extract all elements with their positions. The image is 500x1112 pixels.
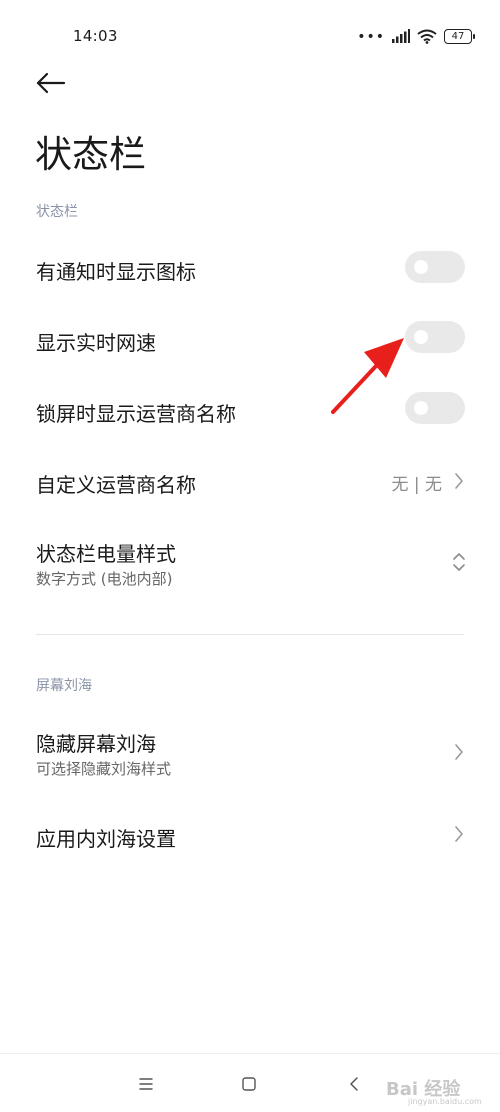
battery-icon: 47 (444, 28, 475, 44)
row-title: 锁屏时显示运营商名称 (36, 402, 236, 426)
chevron-right-icon (455, 826, 463, 842)
row-title: 状态栏电量样式 (36, 542, 176, 566)
wifi-icon (417, 29, 437, 44)
row-battery-style[interactable]: 状态栏电量样式 数字方式 (电池内部) (0, 530, 500, 595)
row-title: 有通知时显示图标 (36, 260, 196, 284)
status-icons: ••• 47 (357, 26, 475, 46)
home-button[interactable] (239, 1074, 259, 1094)
chevron-right-icon (455, 744, 463, 760)
back-icon (350, 1077, 358, 1091)
row-subtitle: 可选择隐藏刘海样式 (36, 760, 172, 778)
back-arrow-icon (36, 72, 66, 94)
toggle-lock-carrier[interactable] (405, 392, 465, 424)
status-time: 14:03 (73, 27, 118, 45)
toggle-knob (414, 260, 428, 274)
page-title: 状态栏 (35, 133, 146, 176)
row-title: 应用内刘海设置 (36, 827, 176, 851)
chevron-up-down-icon (453, 553, 465, 571)
chevron-right-icon (455, 473, 463, 489)
toggle-knob (414, 330, 428, 344)
row-app-notch[interactable]: 应用内刘海设置 (0, 812, 500, 857)
row-title: 自定义运营商名称 (36, 473, 196, 497)
watermark-sub: jingyan.baidu.com (408, 1097, 482, 1106)
battery-level: 47 (451, 30, 465, 42)
toggle-network-speed[interactable] (405, 321, 465, 353)
row-network-speed[interactable]: 显示实时网速 (0, 316, 500, 361)
row-title: 隐藏屏幕刘海 (36, 732, 156, 756)
section-header-notch: 屏幕刘海 (36, 678, 92, 694)
back-nav-button[interactable] (344, 1074, 364, 1094)
row-title: 显示实时网速 (36, 331, 156, 355)
row-hide-notch[interactable]: 隐藏屏幕刘海 可选择隐藏刘海样式 (0, 720, 500, 785)
status-bar: 14:03 ••• 47 (0, 0, 500, 72)
signal-dots: ••• (357, 29, 385, 45)
row-custom-carrier[interactable]: 自定义运营商名称 无 | 无 (0, 458, 500, 503)
section-header-status-bar: 状态栏 (36, 204, 78, 220)
menu-icon (139, 1078, 153, 1090)
signal-icon (392, 29, 410, 43)
annotation-arrow (331, 338, 404, 414)
carrier-value: 无 | 无 (391, 475, 442, 495)
row-lock-carrier[interactable]: 锁屏时显示运营商名称 (0, 387, 500, 432)
watermark-logo: Bai 经验 jingyan.baidu.com (378, 1053, 498, 1111)
toggle-notify-icons[interactable] (405, 251, 465, 283)
section-divider (36, 634, 464, 635)
toggle-knob (414, 401, 428, 415)
home-icon (242, 1077, 256, 1091)
row-subtitle: 数字方式 (电池内部) (36, 570, 173, 588)
row-notify-icons[interactable]: 有通知时显示图标 (0, 245, 500, 290)
back-button[interactable] (32, 68, 72, 98)
menu-button[interactable] (136, 1074, 156, 1094)
